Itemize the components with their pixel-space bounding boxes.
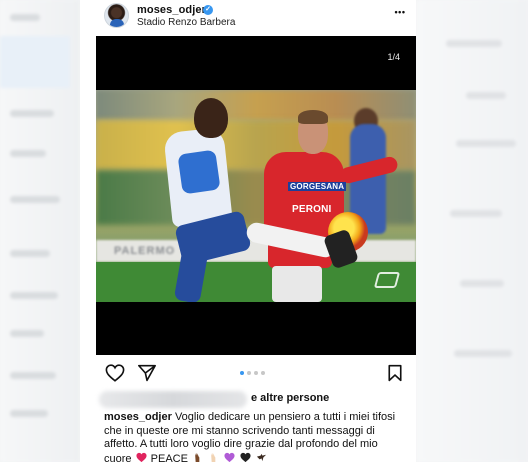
black-heart-emoji-icon [240, 452, 251, 462]
purple-heart-emoji-icon [224, 452, 235, 462]
background-app-left [0, 0, 80, 462]
post-actions [80, 360, 416, 388]
advertising-board-text: PALERMO [114, 245, 176, 257]
peace-hand-light-emoji-icon [211, 452, 216, 462]
watermark-logo [373, 272, 401, 288]
carousel-dot [247, 371, 251, 375]
red-heart-emoji-icon [136, 452, 147, 462]
post-media[interactable]: 1/4 PALERMO GORGESANA PERONI [96, 36, 416, 355]
caption-line-3: affetto. A tutti loro voglio dire grazie… [104, 438, 378, 451]
caption-line-1: Voglio dedicare un pensiero a tutti i mi… [174, 411, 396, 423]
caption-line-2: che in queste ore mi stanno scrivendo ta… [104, 424, 375, 437]
post-photo: PALERMO GORGESANA PERONI [96, 90, 416, 302]
post-caption: moses_odjer Voglio dedicare un pensiero … [104, 411, 410, 462]
media-counter: 1/4 [387, 52, 400, 62]
likes-row: e altre persone [80, 389, 416, 409]
peace-hand-dark-emoji-icon [195, 452, 200, 462]
bookmark-icon[interactable] [387, 364, 403, 382]
carousel-dot [261, 371, 265, 375]
caption-username[interactable]: moses_odjer [104, 411, 172, 423]
more-options-button[interactable]: ••• [391, 4, 409, 22]
heart-icon[interactable] [105, 364, 125, 382]
instagram-post: moses_odjer ✓ Stadio Renzo Barbera ••• 1… [80, 0, 416, 462]
caption-word-cuore: cuore [104, 452, 132, 462]
post-location[interactable]: Stadio Renzo Barbera [137, 17, 235, 28]
likes-suffix[interactable]: e altre persone [251, 392, 329, 404]
background-app-right [416, 0, 528, 462]
carousel-indicator [240, 371, 270, 377]
advertising-board: PALERMO [96, 240, 416, 262]
post-header: moses_odjer ✓ Stadio Renzo Barbera ••• [80, 0, 416, 34]
eagle-emoji-icon [257, 453, 267, 461]
shirt-sponsor-top: GORGESANA [288, 182, 347, 191]
carousel-dot [254, 371, 258, 375]
redacted-likes [99, 391, 247, 408]
carousel-dot [240, 371, 244, 375]
post-username[interactable]: moses_odjer [137, 4, 206, 16]
shirt-sponsor-bottom: PERONI [292, 204, 332, 215]
verified-badge-icon: ✓ [203, 5, 213, 15]
caption-word-peace: PEACE [150, 452, 188, 462]
avatar[interactable] [104, 3, 129, 28]
send-icon[interactable] [137, 364, 157, 382]
